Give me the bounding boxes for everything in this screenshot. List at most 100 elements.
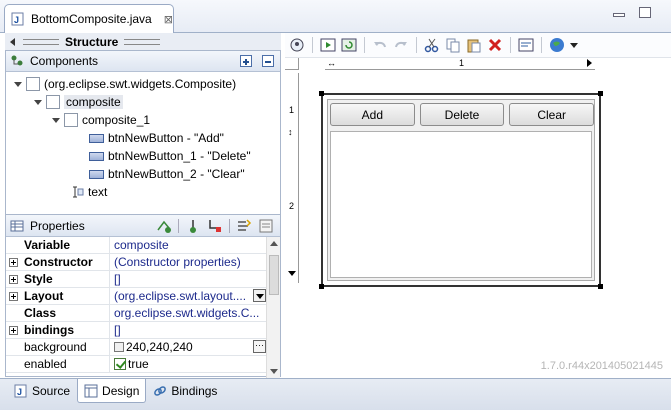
- toolbar-separator: [416, 37, 417, 53]
- tree-node-btn-add[interactable]: btnNewButton - "Add": [89, 129, 224, 147]
- property-row-class[interactable]: Class org.eclipse.swt.widgets.C...: [6, 305, 268, 322]
- copy-icon[interactable]: [445, 37, 461, 53]
- toolbar-separator: [312, 37, 313, 53]
- property-name: Variable: [6, 237, 110, 253]
- nls-externalize-icon[interactable]: [518, 37, 534, 53]
- undo-icon[interactable]: [372, 37, 388, 53]
- scroll-up-icon[interactable]: [270, 241, 278, 246]
- property-value-wrap[interactable]: 240,240,240 ···: [110, 339, 268, 355]
- vertical-ruler: 1 ↕ 2: [285, 73, 299, 283]
- editor-tab-bottomcomposite[interactable]: J BottomComposite.java ⊠: [4, 4, 174, 33]
- preview-icon[interactable]: [320, 37, 336, 53]
- properties-header: Properties: [6, 215, 280, 237]
- toolbar-separator: [541, 37, 542, 53]
- tree-node-root[interactable]: (org.eclipse.swt.widgets.Composite): [14, 75, 236, 93]
- property-value[interactable]: composite: [110, 237, 268, 253]
- expand-triangle-icon[interactable]: [14, 81, 22, 87]
- properties-scrollbar[interactable]: [266, 237, 280, 378]
- show-advanced-icon[interactable]: [236, 218, 252, 234]
- property-row-enabled[interactable]: enabled true: [6, 356, 268, 373]
- dropdown-arrow-icon[interactable]: [253, 289, 266, 302]
- expand-triangle-icon[interactable]: [52, 117, 60, 123]
- tab-bindings[interactable]: Bindings: [146, 379, 224, 403]
- ruler-tick-label: 2: [289, 201, 295, 211]
- resize-handle[interactable]: [319, 91, 324, 96]
- test-gui-icon[interactable]: [289, 37, 305, 53]
- resize-width-icon[interactable]: ↔: [327, 58, 336, 68]
- resize-handle[interactable]: [598, 91, 603, 96]
- checkbox-checked-icon[interactable]: [114, 358, 126, 370]
- toolbar-separator: [510, 37, 511, 53]
- property-value[interactable]: (Constructor properties): [110, 254, 268, 270]
- ruler-end-marker-icon[interactable]: [288, 271, 296, 276]
- composite-body[interactable]: Add Delete Clear: [327, 99, 595, 281]
- show-events-icon[interactable]: [156, 218, 172, 234]
- property-value-wrap[interactable]: (org.eclipse.swt.layout....: [110, 288, 268, 304]
- delete-icon[interactable]: [487, 37, 503, 53]
- components-icon: [11, 55, 23, 66]
- collapse-all-button[interactable]: [262, 55, 274, 67]
- preview-add-button[interactable]: Add: [330, 103, 415, 126]
- paste-icon[interactable]: [466, 37, 482, 53]
- chevron-down-icon[interactable]: [570, 42, 578, 48]
- property-row-bindings[interactable]: bindings []: [6, 322, 268, 339]
- expand-icon[interactable]: [9, 326, 18, 335]
- tree-node-composite-1[interactable]: composite_1: [52, 111, 150, 129]
- expand-icon[interactable]: [9, 258, 18, 267]
- property-value[interactable]: []: [110, 271, 268, 287]
- convert-local-field-icon[interactable]: [207, 218, 223, 234]
- tree-node-btn-clear[interactable]: btnNewButton_2 - "Clear": [89, 165, 245, 183]
- property-name-wrap: Style: [6, 271, 110, 287]
- collapse-left-icon[interactable]: [10, 37, 15, 46]
- property-value[interactable]: []: [110, 322, 268, 338]
- globe-icon[interactable]: [549, 37, 565, 53]
- expand-icon[interactable]: [9, 275, 18, 284]
- tree-node-label: (org.eclipse.swt.widgets.Composite): [44, 77, 237, 91]
- property-value: true: [128, 357, 149, 371]
- preview-text-field[interactable]: [330, 131, 592, 278]
- composite-preview[interactable]: Add Delete Clear: [319, 91, 603, 289]
- defaults-icon[interactable]: [258, 218, 274, 234]
- toolbar-separator: [178, 219, 179, 233]
- property-row-variable[interactable]: Variable composite: [6, 237, 268, 254]
- resize-height-icon[interactable]: ↕: [288, 127, 293, 137]
- horizontal-ruler: ↔ 1: [325, 58, 595, 70]
- cut-icon[interactable]: [424, 37, 440, 53]
- maximize-icon[interactable]: [639, 7, 651, 18]
- close-icon[interactable]: ⊠: [164, 13, 173, 26]
- scroll-thumb[interactable]: [269, 255, 279, 295]
- button-icon: [89, 133, 104, 143]
- resize-handle[interactable]: [319, 284, 324, 289]
- expand-triangle-icon[interactable]: [34, 99, 42, 105]
- ruler-end-marker-icon[interactable]: [587, 59, 592, 67]
- preview-delete-button[interactable]: Delete: [419, 103, 505, 126]
- button-icon: [89, 151, 104, 161]
- scroll-down-icon[interactable]: [270, 369, 278, 374]
- refresh-icon[interactable]: [341, 37, 357, 53]
- preview-clear-button[interactable]: Clear: [509, 103, 595, 126]
- expand-all-button[interactable]: [240, 55, 252, 67]
- ellipsis-button[interactable]: ···: [253, 340, 266, 353]
- property-value[interactable]: org.eclipse.swt.widgets.C...: [110, 305, 268, 321]
- property-value: (org.eclipse.swt.layout....: [114, 289, 247, 303]
- tab-label: Source: [32, 383, 71, 398]
- tab-source[interactable]: J Source: [7, 379, 77, 403]
- tree-node-composite[interactable]: composite: [34, 93, 123, 111]
- property-row-background[interactable]: background 240,240,240 ···: [6, 339, 268, 356]
- property-value-wrap[interactable]: true: [110, 356, 268, 372]
- tree-node-label: btnNewButton_1 - "Delete": [108, 149, 251, 163]
- expand-icon[interactable]: [9, 292, 18, 301]
- minimize-icon[interactable]: [613, 13, 625, 17]
- composite-icon: [26, 77, 40, 91]
- tree-node-text[interactable]: text: [70, 183, 107, 201]
- property-row-constructor[interactable]: Constructor (Constructor properties): [6, 254, 268, 271]
- property-row-layout[interactable]: Layout (org.eclipse.swt.layout....: [6, 288, 268, 305]
- goto-definition-icon[interactable]: [185, 218, 201, 234]
- grip-icon: [23, 38, 59, 45]
- tree-node-btn-delete[interactable]: btnNewButton_1 - "Delete": [89, 147, 251, 165]
- redo-icon[interactable]: [393, 37, 409, 53]
- tab-design[interactable]: Design: [77, 379, 147, 403]
- resize-handle[interactable]: [598, 284, 603, 289]
- property-row-style[interactable]: Style []: [6, 271, 268, 288]
- composite-icon: [64, 113, 78, 127]
